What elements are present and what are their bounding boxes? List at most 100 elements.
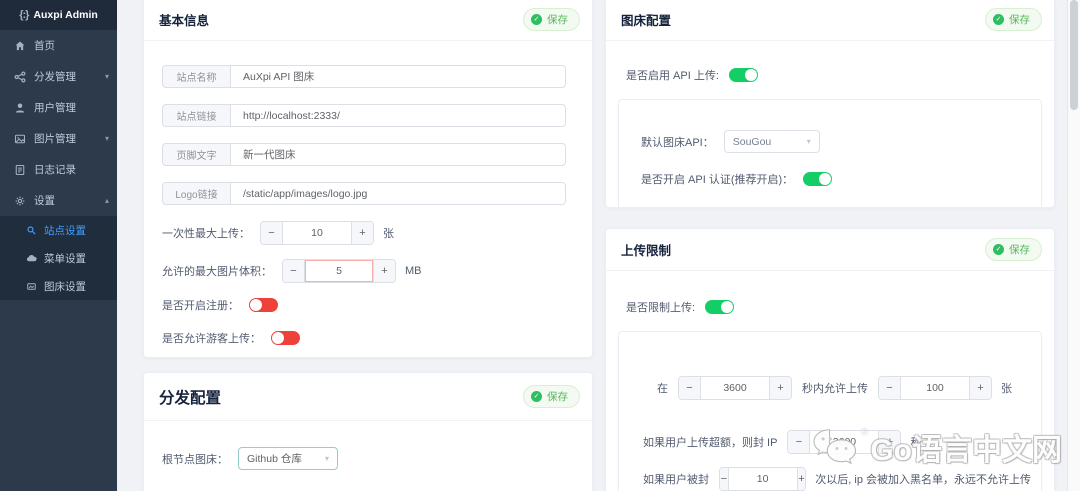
check-icon: ✓ — [531, 14, 542, 25]
footer-text-label: 页脚文字 — [162, 143, 230, 166]
rate-count-input[interactable] — [901, 377, 969, 399]
sidebar-item-dispatch[interactable]: 分发管理 ▾ — [0, 61, 117, 92]
root-node-select[interactable]: Github 仓库 ▾ — [238, 447, 338, 470]
save-button-label: 保存 — [547, 391, 568, 403]
chevron-down-icon: ▾ — [104, 134, 109, 143]
increase-button[interactable]: + — [969, 377, 991, 399]
document-icon — [14, 164, 26, 176]
ban-seconds-stepper: − + — [787, 430, 902, 454]
sidebar-subitem-menu-settings[interactable]: 菜单设置 — [0, 244, 117, 272]
max-upload-input[interactable] — [283, 222, 351, 244]
guest-upload-toggle-label: 是否允许游客上传： — [162, 333, 261, 345]
sidebar-item-images[interactable]: 图片管理 ▾ — [0, 123, 117, 154]
home-icon — [14, 40, 26, 52]
increase-button[interactable]: + — [796, 468, 806, 490]
sidebar-subitem-label: 图床设置 — [44, 280, 86, 293]
rate-limit-mid-label: 秒内允许上传 — [802, 383, 868, 395]
auxpi-logo-icon: {:} — [19, 9, 29, 21]
sidebar-item-label: 图片管理 — [34, 133, 76, 145]
sidebar: {:} Auxpi Admin 首页 分发管理 ▾ 用户管理 图片管理 ▾ 日志… — [0, 0, 117, 491]
chevron-up-icon: ▴ — [104, 196, 109, 205]
ban-ip-unit: 秒 — [910, 437, 922, 449]
scrollbar[interactable] — [1067, 0, 1080, 491]
imgbed-inner-panel: 默认图床API： SouGou ▾ 是否开启 API 认证(推荐开启)： — [618, 99, 1042, 207]
max-size-input[interactable] — [305, 260, 373, 282]
dispatch-config-title: 分发配置 — [159, 389, 222, 407]
limit-upload-toggle[interactable] — [705, 300, 735, 314]
decrease-button[interactable]: − — [283, 260, 305, 282]
app-window: {:} Auxpi Admin 首页 分发管理 ▾ 用户管理 图片管理 ▾ 日志… — [0, 0, 1080, 491]
upload-limit-save-button[interactable]: ✓ 保存 — [985, 238, 1042, 261]
api-auth-toggle[interactable] — [803, 172, 833, 186]
max-size-label: 允许的最大图片体积： — [162, 266, 272, 278]
decrease-button[interactable]: − — [720, 468, 729, 490]
ban-seconds-input[interactable] — [810, 431, 879, 453]
upload-limit-inner-panel: 在 − + 秒内允许上传 − + 张 — [618, 331, 1042, 491]
blacklist-count-input[interactable] — [728, 468, 797, 490]
blacklist-post-label: 次以后, ip 会被加入黑名单，永远不允许上传 — [815, 474, 1031, 486]
site-name-label: 站点名称 — [162, 65, 230, 88]
sidebar-subitem-imgbed-settings[interactable]: 图床设置 — [0, 272, 117, 300]
register-toggle-label: 是否开启注册： — [162, 300, 239, 312]
select-arrow-icon: ▾ — [324, 454, 329, 463]
sidebar-item-settings[interactable]: 设置 ▴ — [0, 185, 117, 216]
dispatch-save-button[interactable]: ✓ 保存 — [523, 385, 580, 408]
scrollbar-thumb[interactable] — [1070, 0, 1078, 110]
root-node-select-value: Github 仓库 — [247, 453, 302, 465]
default-api-select-value: SouGou — [732, 135, 772, 148]
sidebar-item-label: 日志记录 — [34, 164, 76, 176]
dispatch-config-card: 分发配置 ✓ 保存 根节点图床： Github 仓库 ▾ — [143, 372, 593, 491]
increase-button[interactable]: + — [878, 431, 901, 453]
sidebar-item-label: 用户管理 — [34, 102, 76, 114]
rate-seconds-stepper: − + — [678, 376, 792, 400]
limit-upload-toggle-label: 是否限制上传: — [626, 302, 696, 314]
imgbed-config-title: 图床配置 — [621, 14, 672, 28]
sidebar-subitem-site-settings[interactable]: 站点设置 — [0, 216, 117, 244]
decrease-button[interactable]: − — [788, 431, 811, 453]
decrease-button[interactable]: − — [679, 377, 701, 399]
logo-url-input[interactable] — [230, 182, 566, 205]
guest-upload-toggle[interactable] — [271, 331, 300, 345]
site-name-input[interactable] — [230, 65, 566, 88]
default-api-select[interactable]: SouGou ▾ — [723, 130, 820, 153]
rate-limit-unit: 张 — [1001, 383, 1012, 395]
imgbed-save-button[interactable]: ✓ 保存 — [985, 8, 1042, 31]
increase-button[interactable]: + — [769, 377, 791, 399]
sidebar-item-users[interactable]: 用户管理 — [0, 92, 117, 123]
site-name-field-group: 站点名称 — [162, 65, 566, 88]
upload-limit-card: 上传限制 ✓ 保存 是否限制上传: 在 − 3600 + 秒内允许上传 − 10… — [605, 228, 1055, 491]
max-upload-label: 一次性最大上传： — [162, 228, 250, 240]
register-toggle[interactable] — [249, 298, 278, 312]
site-url-input[interactable] — [230, 104, 566, 127]
picture-icon — [14, 133, 26, 145]
select-arrow-icon: ▾ — [806, 137, 811, 146]
share-icon — [14, 71, 26, 83]
chevron-down-icon: ▾ — [104, 72, 109, 81]
footer-text-input[interactable] — [230, 143, 566, 166]
blacklist-count-stepper: − + — [719, 467, 807, 491]
sidebar-item-label: 设置 — [34, 195, 55, 207]
decrease-button[interactable]: − — [261, 222, 283, 244]
rate-limit-pre-label: 在 — [657, 383, 668, 395]
basic-info-save-button[interactable]: ✓ 保存 — [523, 8, 580, 31]
check-icon: ✓ — [531, 391, 542, 402]
toggle-knob — [819, 173, 832, 185]
sidebar-item-logs[interactable]: 日志记录 — [0, 154, 117, 185]
rate-seconds-input[interactable] — [701, 377, 769, 399]
site-url-label: 站点链接 — [162, 104, 230, 127]
logo-url-field-group: Logo链接 — [162, 182, 566, 205]
default-api-label: 默认图床API： — [641, 136, 714, 149]
increase-button[interactable]: + — [351, 222, 373, 244]
site-url-field-group: 站点链接 — [162, 104, 566, 127]
api-upload-toggle[interactable] — [728, 68, 758, 82]
sidebar-subitem-label: 菜单设置 — [44, 252, 86, 265]
blacklist-pre-label: 如果用户被封 — [643, 474, 709, 486]
sidebar-item-home[interactable]: 首页 — [0, 30, 117, 61]
ban-ip-pre-label: 如果用户上传超额，则封 IP — [643, 437, 778, 449]
root-node-label: 根节点图床： — [162, 453, 228, 466]
api-upload-toggle-label: 是否启用 API 上传: — [626, 70, 719, 82]
sidebar-item-label: 分发管理 — [34, 71, 76, 83]
basic-info-title: 基本信息 — [159, 14, 210, 28]
decrease-button[interactable]: − — [879, 377, 901, 399]
increase-button[interactable]: + — [373, 260, 395, 282]
